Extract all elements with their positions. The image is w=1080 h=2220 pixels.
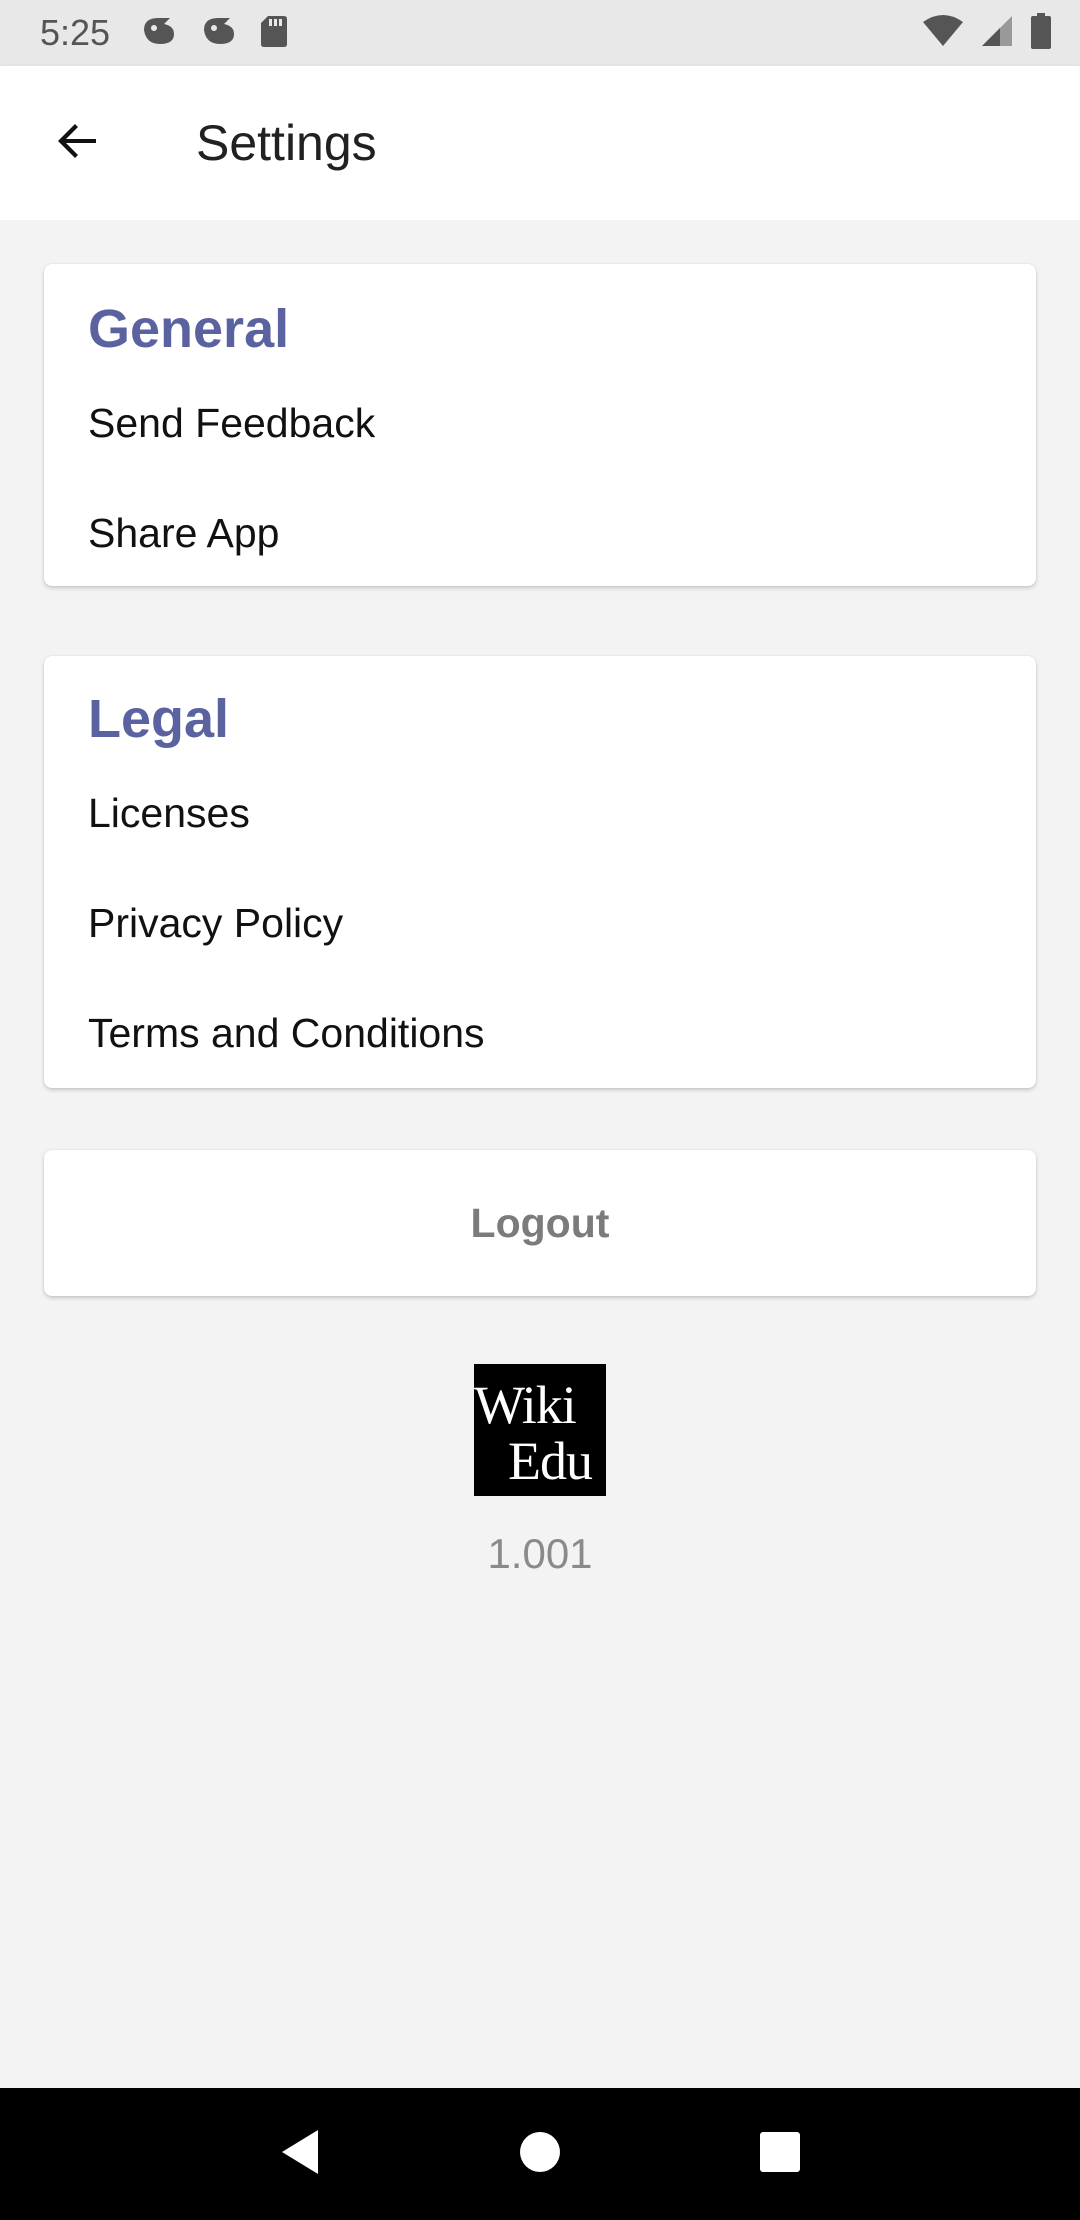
app-bar: Settings bbox=[0, 66, 1080, 220]
page-title: Settings bbox=[196, 115, 377, 171]
battery-icon bbox=[1030, 12, 1052, 54]
status-icons-right bbox=[922, 12, 1052, 54]
settings-content: General Send Feedback Share App Legal Li… bbox=[0, 220, 1080, 2088]
recents-square-icon bbox=[758, 2130, 802, 2179]
section-title-general: General bbox=[88, 299, 290, 359]
notification-icon bbox=[140, 14, 178, 53]
nav-home-button[interactable] bbox=[500, 2114, 580, 2194]
send-feedback-item[interactable]: Send Feedback bbox=[88, 400, 375, 447]
arrow-back-icon bbox=[54, 117, 102, 170]
back-triangle-icon bbox=[278, 2128, 322, 2181]
home-circle-icon bbox=[518, 2130, 562, 2179]
logout-label: Logout bbox=[470, 1199, 610, 1246]
terms-and-conditions-item[interactable]: Terms and Conditions bbox=[88, 1010, 485, 1057]
nav-back-button[interactable] bbox=[260, 2114, 340, 2194]
nav-recents-button[interactable] bbox=[740, 2114, 820, 2194]
logo-text-line1: Wiki bbox=[474, 1375, 577, 1435]
licenses-item[interactable]: Licenses bbox=[88, 790, 250, 837]
legal-section-card: Legal Licenses Privacy Policy Terms and … bbox=[44, 656, 1036, 1088]
system-nav-bar bbox=[0, 2088, 1080, 2220]
logout-button[interactable]: Logout bbox=[44, 1150, 1036, 1296]
status-bar: 5:25 bbox=[0, 0, 1080, 66]
status-time: 5:25 bbox=[40, 12, 111, 53]
sd-card-icon bbox=[260, 14, 288, 53]
notification-icon bbox=[200, 14, 238, 53]
share-app-item[interactable]: Share App bbox=[88, 510, 280, 557]
signal-icon bbox=[980, 14, 1014, 53]
logo-text-line2: Edu bbox=[508, 1431, 593, 1491]
back-button[interactable] bbox=[38, 103, 118, 183]
section-title-legal: Legal bbox=[88, 689, 230, 749]
status-icons-left bbox=[140, 14, 288, 53]
general-section-card: General Send Feedback Share App bbox=[44, 264, 1036, 586]
app-version: 1.001 bbox=[487, 1530, 593, 1577]
wiki-edu-logo: Wiki Edu bbox=[474, 1364, 606, 1496]
privacy-policy-item[interactable]: Privacy Policy bbox=[88, 900, 343, 947]
wifi-icon bbox=[922, 14, 964, 53]
